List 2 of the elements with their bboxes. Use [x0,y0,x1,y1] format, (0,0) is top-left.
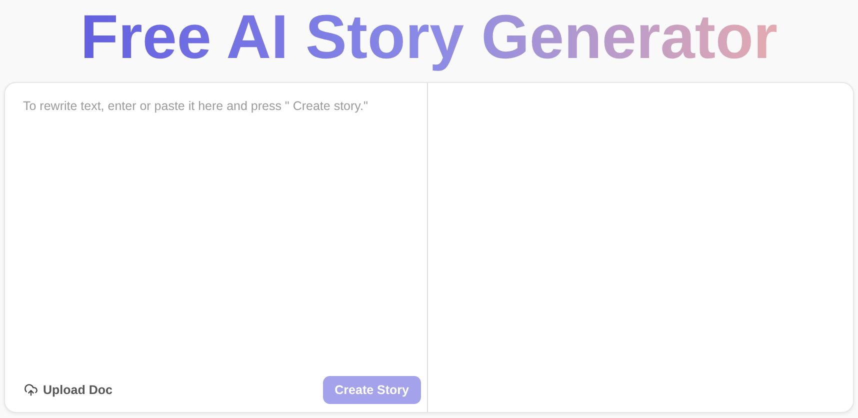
upload-doc-button[interactable]: Upload Doc [23,383,112,397]
cloud-upload-icon [23,383,39,397]
